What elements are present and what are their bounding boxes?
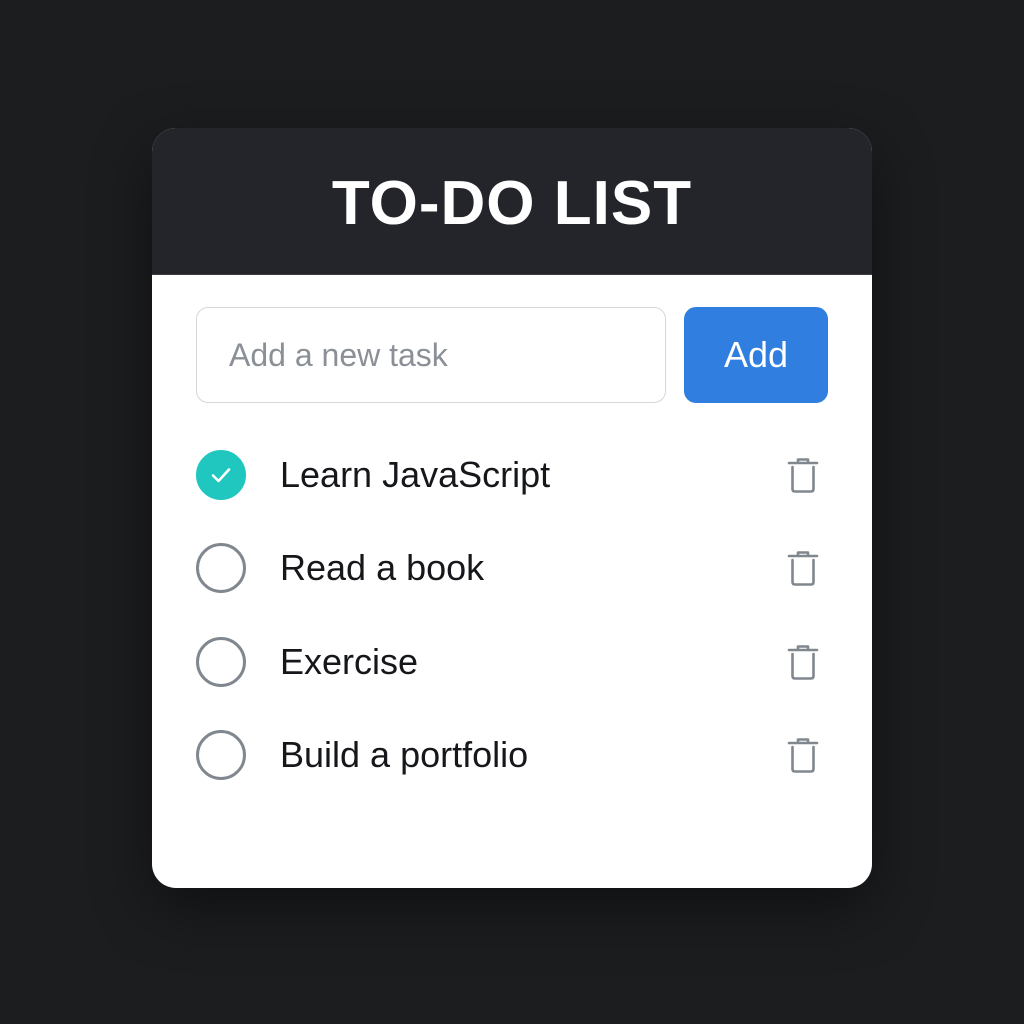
new-task-input[interactable] xyxy=(196,307,666,403)
trash-icon xyxy=(787,644,819,680)
delete-task-button[interactable] xyxy=(778,637,828,687)
task-list: Learn JavaScript Read a book Exercise Bu… xyxy=(196,428,828,802)
card-header: TO-DO LIST xyxy=(152,128,872,275)
task-item: Build a portfolio xyxy=(196,709,828,803)
task-item: Read a book xyxy=(196,522,828,616)
page-title: TO-DO LIST xyxy=(331,168,693,238)
task-checkbox[interactable] xyxy=(196,730,246,781)
task-label: Exercise xyxy=(280,640,419,682)
task-item: Learn JavaScript xyxy=(196,428,828,522)
trash-icon xyxy=(787,738,819,774)
task-checkbox[interactable] xyxy=(196,449,246,500)
add-task-form: Add xyxy=(196,307,828,403)
delete-task-button[interactable] xyxy=(778,730,828,780)
trash-icon xyxy=(787,551,819,587)
trash-icon xyxy=(787,457,819,493)
add-button[interactable]: Add xyxy=(684,307,828,403)
delete-task-button[interactable] xyxy=(778,543,828,593)
task-checkbox[interactable] xyxy=(196,543,246,594)
task-label: Read a book xyxy=(280,547,485,589)
task-label: Learn JavaScript xyxy=(280,453,551,495)
task-checkbox[interactable] xyxy=(196,636,246,687)
check-icon xyxy=(211,467,231,483)
todo-card: TO-DO LIST Add Learn JavaScript xyxy=(152,128,872,888)
task-label: Build a portfolio xyxy=(280,734,529,776)
delete-task-button[interactable] xyxy=(778,450,828,500)
task-item: Exercise xyxy=(196,615,828,709)
